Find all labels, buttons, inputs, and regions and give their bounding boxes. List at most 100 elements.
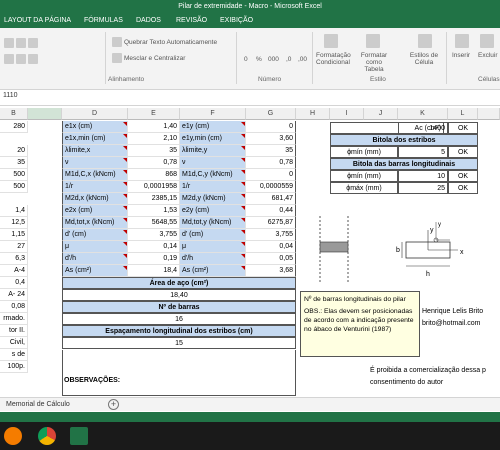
grid-value-e[interactable]: 868 <box>128 169 180 181</box>
column-b-cell[interactable]: 1,4 <box>0 205 28 217</box>
n-barras-value[interactable]: 16 <box>62 313 296 325</box>
conditional-format-icon[interactable] <box>324 34 338 48</box>
grid-label-f[interactable]: e1y (cm) <box>180 121 246 133</box>
indent-icon[interactable] <box>4 54 14 64</box>
grid-label-f[interactable]: e1y,min (cm) <box>180 133 246 145</box>
column-b-cell[interactable]: 20 <box>0 145 28 157</box>
grid-value-e[interactable]: 1,40 <box>128 121 180 133</box>
grid-value-g[interactable]: 681,47 <box>246 193 296 205</box>
grid-label-d[interactable]: d' (cm) <box>62 229 128 241</box>
grid-value-e[interactable]: 5648,55 <box>128 217 180 229</box>
column-header-g[interactable]: G <box>246 108 296 120</box>
grid-value-g[interactable]: 0,0000559 <box>246 181 296 193</box>
column-header-h[interactable]: H <box>296 108 330 120</box>
column-b-cell[interactable]: A-4 <box>0 265 28 277</box>
grid-value-g[interactable]: 3,60 <box>246 133 296 145</box>
name-box[interactable]: 1110 <box>3 92 18 99</box>
merge-center-icon[interactable] <box>112 53 122 63</box>
wrap-text-button[interactable]: Quebrar Texto Automaticamente <box>124 39 217 46</box>
espacamento-value[interactable]: 15 <box>62 337 296 349</box>
column-b-cell[interactable]: 500 <box>0 169 28 181</box>
grid-label-f[interactable]: d' (cm) <box>180 229 246 241</box>
grid-value-g[interactable]: 35 <box>246 145 296 157</box>
column-header-m[interactable] <box>478 108 500 120</box>
grid-label-d[interactable]: d'/h <box>62 253 128 265</box>
column-header-d[interactable]: D <box>62 108 128 120</box>
align-left-icon[interactable] <box>4 38 14 48</box>
insert-cells-icon[interactable] <box>455 34 469 48</box>
column-b-cell[interactable]: 100p. <box>0 361 28 373</box>
grid-value-g[interactable]: 0 <box>246 121 296 133</box>
merge-center-button[interactable]: Mesclar e Centralizar <box>124 55 185 62</box>
conditional-format-button[interactable]: Formatação Condicional <box>316 52 351 66</box>
grid-value-g[interactable]: 6275,87 <box>246 217 296 229</box>
column-header-b[interactable]: B <box>0 108 28 120</box>
excel-icon[interactable] <box>70 427 88 445</box>
grid-label-d[interactable]: μ <box>62 241 128 253</box>
grid-label-f[interactable]: As (cm²) <box>180 265 246 277</box>
grid-value-g[interactable]: 0,78 <box>246 157 296 169</box>
column-b-cell[interactable]: 0,4 <box>0 277 28 289</box>
tab-view[interactable]: EXIBIÇÃO <box>220 17 253 24</box>
delete-cells-icon[interactable] <box>480 34 494 48</box>
grid-label-d[interactable]: ν <box>62 157 128 169</box>
delete-cells-button[interactable]: Excluir <box>478 52 498 59</box>
formula-bar[interactable]: 1110 <box>0 90 500 106</box>
tab-review[interactable]: REVISÃO <box>176 17 207 24</box>
align-center-icon[interactable] <box>16 38 26 48</box>
ac-value[interactable]: 1400 <box>398 122 448 134</box>
column-header-j[interactable]: J <box>364 108 398 120</box>
column-b-cell[interactable]: 0,08 <box>0 301 28 313</box>
grid-value-e[interactable]: 0,14 <box>128 241 180 253</box>
grid-value-e[interactable]: 35 <box>128 145 180 157</box>
grid-label-f[interactable]: d'/h <box>180 253 246 265</box>
grid-label-d[interactable]: e1x (cm) <box>62 121 128 133</box>
grid-label-f[interactable]: ν <box>180 157 246 169</box>
column-header-i[interactable]: I <box>330 108 364 120</box>
grid-label-d[interactable]: 1/r <box>62 181 128 193</box>
column-header-c[interactable] <box>28 108 62 120</box>
grid-value-e[interactable]: 2385,15 <box>128 193 180 205</box>
grid-label-d[interactable]: M1d,C,x (kNcm) <box>62 169 128 181</box>
grid-label-f[interactable]: λlimite,y <box>180 145 246 157</box>
longitudinal-min-value[interactable]: 10 <box>398 170 448 182</box>
tab-data[interactable]: DADOS <box>136 17 161 24</box>
column-b-cell[interactable]: 500 <box>0 181 28 193</box>
column-b-cell[interactable]: A- 24 <box>0 289 28 301</box>
firefox-icon[interactable] <box>4 427 22 445</box>
chrome-icon[interactable] <box>38 427 56 445</box>
cell-styles-button[interactable]: Estilos de Célula <box>408 52 440 66</box>
column-b-cell[interactable]: 35 <box>0 157 28 169</box>
column-b-cell[interactable]: 6,3 <box>0 253 28 265</box>
grid-value-e[interactable]: 0,78 <box>128 157 180 169</box>
column-b-cell[interactable]: 12,5 <box>0 217 28 229</box>
grid-value-g[interactable]: 0,05 <box>246 253 296 265</box>
tab-formulas[interactable]: FÓRMULAS <box>84 17 123 24</box>
column-b-cell[interactable]: Civil, <box>0 337 28 349</box>
grid-value-e[interactable]: 0,0001958 <box>128 181 180 193</box>
column-b-cell[interactable]: 280 <box>0 121 28 133</box>
format-table-button[interactable]: Formatar como Tabela <box>360 52 388 73</box>
increase-decimal-button[interactable]: ,0 <box>286 56 291 63</box>
grid-value-g[interactable]: 3,68 <box>246 265 296 277</box>
grid-value-g[interactable]: 0,04 <box>246 241 296 253</box>
tab-page-layout[interactable]: LAYOUT DA PÁGINA <box>4 17 71 24</box>
cell-styles-icon[interactable] <box>418 34 432 48</box>
add-sheet-icon[interactable]: + <box>108 399 119 410</box>
grid-label-d[interactable]: As (cm²) <box>62 265 128 277</box>
grid-value-g[interactable]: 0 <box>246 169 296 181</box>
column-b-cell[interactable]: 27 <box>0 241 28 253</box>
decrease-decimal-button[interactable]: ,00 <box>298 56 307 63</box>
column-header-l[interactable]: L <box>448 108 478 120</box>
column-header-k[interactable]: K <box>398 108 448 120</box>
grid-value-e[interactable]: 0,19 <box>128 253 180 265</box>
column-b-cell[interactable]: rmado. <box>0 313 28 325</box>
column-b-cell[interactable]: s de <box>0 349 28 361</box>
column-b-cell[interactable]: 1,15 <box>0 229 28 241</box>
wrap-text-icon[interactable] <box>112 37 122 47</box>
sheet-tab-memorial[interactable]: Memorial de Cálculo <box>0 398 76 412</box>
grid-label-f[interactable]: e2y (cm) <box>180 205 246 217</box>
grid-value-g[interactable]: 3,755 <box>246 229 296 241</box>
outdent-icon[interactable] <box>16 54 26 64</box>
grid-value-e[interactable]: 2,10 <box>128 133 180 145</box>
